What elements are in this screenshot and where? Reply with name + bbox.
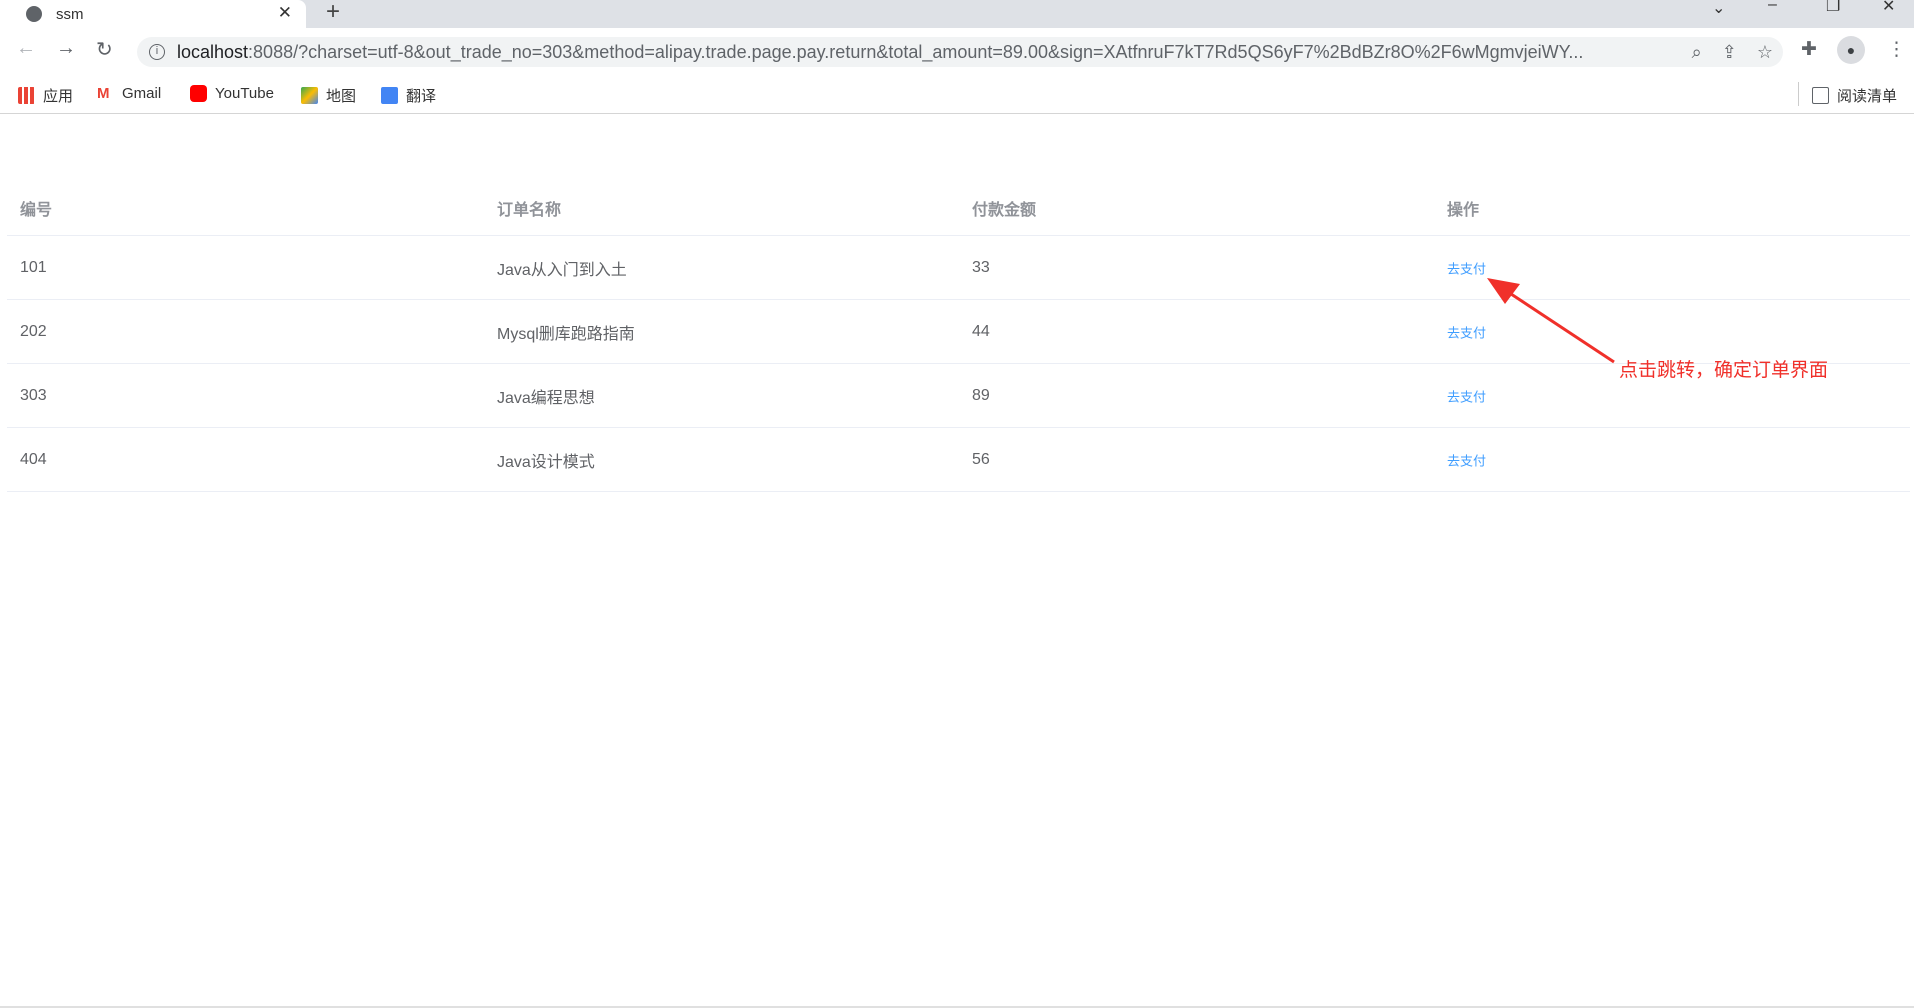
arrow-head xyxy=(1487,278,1520,304)
annotation-text: 点击跳转，确定订单界面 xyxy=(1619,360,1829,381)
annotation-arrow xyxy=(1487,278,1615,364)
arrow-shaft xyxy=(1504,288,1615,364)
